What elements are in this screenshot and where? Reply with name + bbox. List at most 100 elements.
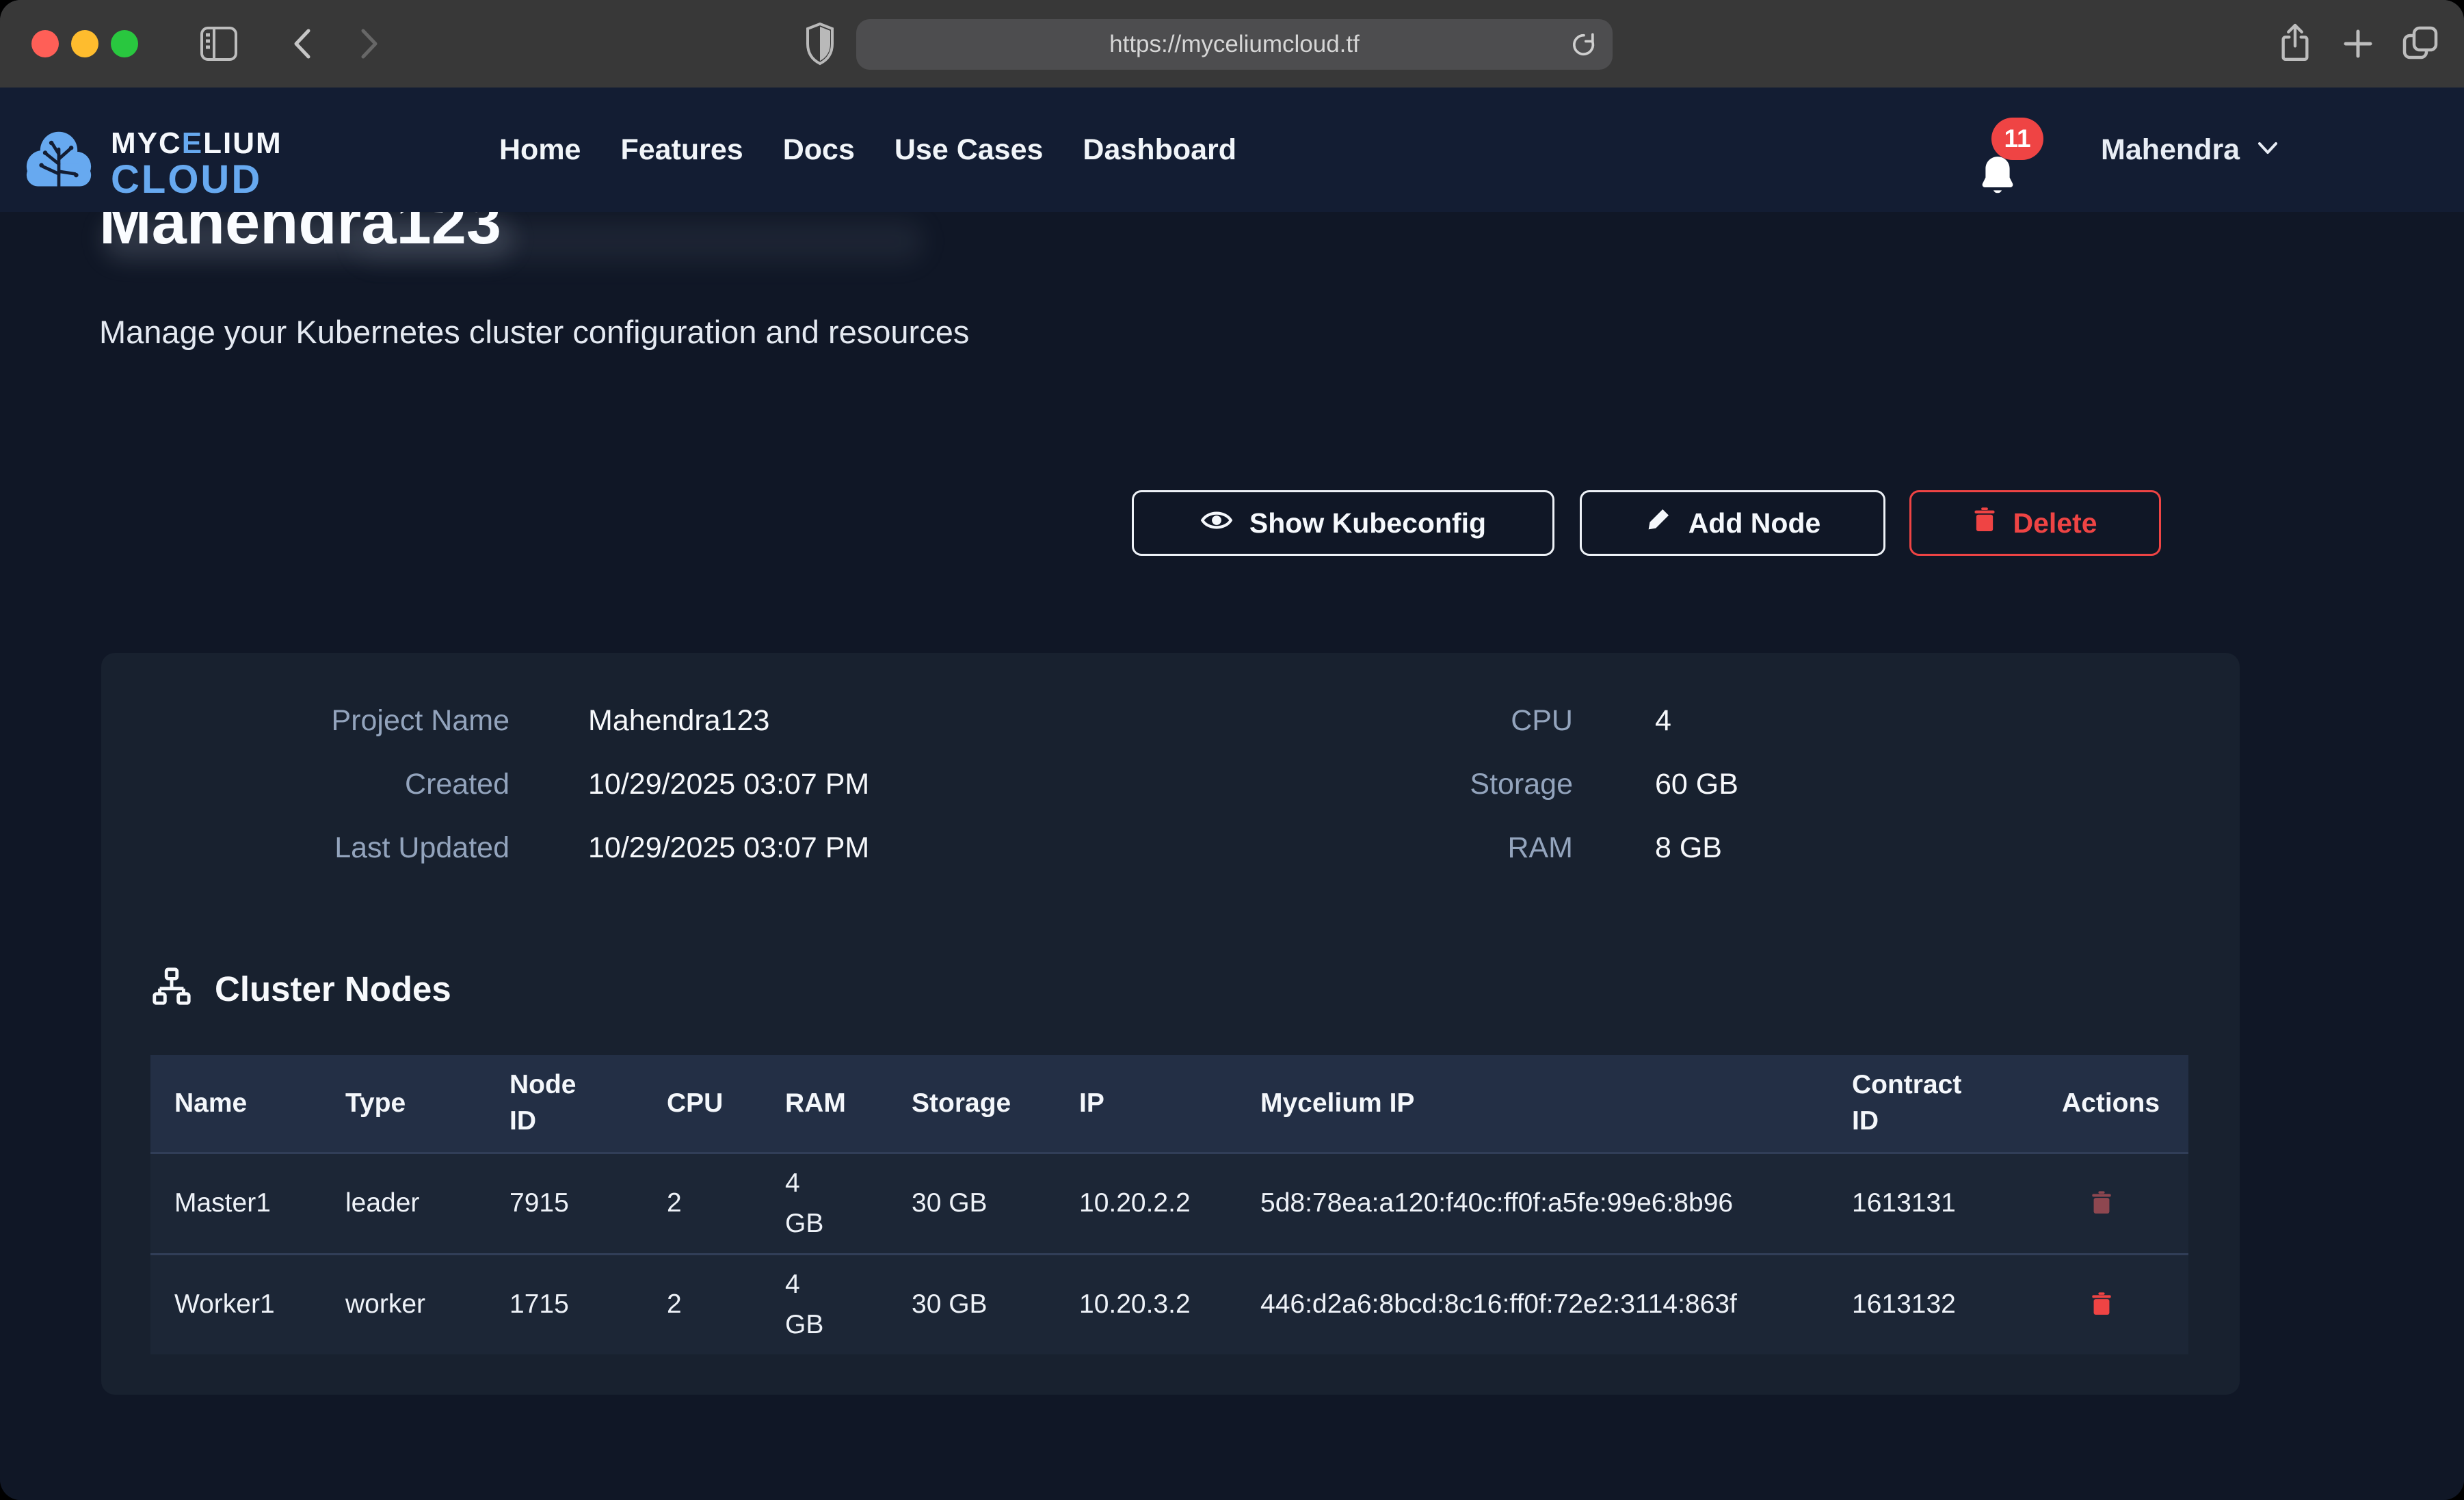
node-row-worker1: Worker1worker171524 GB30 GB10.20.3.2446:… <box>150 1253 2188 1354</box>
cell-actions <box>2038 1255 2188 1354</box>
column-header-name: Name <box>150 1055 321 1152</box>
node-row-master1: Master1leader791524 GB30 GB10.20.2.25d8:… <box>150 1152 2188 1253</box>
cloud-tree-logo-icon <box>19 129 98 200</box>
notifications[interactable]: 11 <box>1970 88 2052 212</box>
cell-name: Master1 <box>150 1154 321 1253</box>
nav-link-features[interactable]: Features <box>620 133 743 167</box>
close-button[interactable] <box>31 30 59 57</box>
cell-type: worker <box>321 1255 486 1354</box>
info-label-created: Created <box>132 768 509 801</box>
page-subtitle: Manage your Kubernetes cluster configura… <box>99 313 969 351</box>
column-header-ip: IP <box>1055 1055 1236 1152</box>
cell-cpu: 2 <box>643 1154 761 1253</box>
add-node-button[interactable]: Add Node <box>1580 490 1885 556</box>
web-page: Mahendra123 Manage your Kubernetes clust… <box>0 88 2464 1500</box>
table-header-row: NameTypeNode IDCPURAMStorageIPMycelium I… <box>150 1055 2188 1152</box>
cluster-info-left: Project Name Mahendra123 Created 10/29/2025… <box>132 704 869 865</box>
info-row: Project Name Mahendra123 <box>132 704 869 738</box>
delete-label: Delete <box>2013 507 2097 539</box>
cell-node-id: 7915 <box>486 1154 643 1253</box>
logo-wordmark: MYCELIUM CLOUD <box>111 129 282 200</box>
cell-ram: 4 GB <box>761 1154 888 1253</box>
info-label-cpu: CPU <box>1127 704 1573 738</box>
column-header-type: Type <box>321 1055 486 1152</box>
zoom-button[interactable] <box>111 30 138 57</box>
cluster-nodes-table: NameTypeNode IDCPURAMStorageIPMycelium I… <box>150 1055 2188 1354</box>
reload-icon[interactable] <box>1569 29 1599 63</box>
column-header-mycelium-ip: Mycelium IP <box>1236 1055 1828 1152</box>
share-icon[interactable] <box>2277 22 2313 64</box>
notification-badge: 11 <box>1991 118 2043 160</box>
info-value: 4 <box>1655 704 1671 738</box>
info-value: 10/29/2025 03:07 PM <box>588 831 869 865</box>
url-text: https://myceliumcloud.tf <box>1109 31 1360 58</box>
cell-contract-id: 1613131 <box>1828 1154 2038 1253</box>
info-label-last-updated: Last Updated <box>132 831 509 865</box>
column-header-contract-id: Contract ID <box>1828 1055 2038 1152</box>
column-header-node-id: Node ID <box>486 1055 643 1152</box>
cluster-actions: Show Kubeconfig Add Node <box>0 490 2464 556</box>
forward-button-icon[interactable] <box>357 27 382 60</box>
tab-overview-icon[interactable] <box>2400 23 2440 63</box>
cell-node-id: 1715 <box>486 1255 643 1354</box>
cell-type: leader <box>321 1154 486 1253</box>
column-header-actions: Actions <box>2038 1055 2188 1152</box>
nav-links: Home Features Docs Use Cases Dashboard <box>499 88 1236 212</box>
new-tab-icon[interactable] <box>2342 27 2374 60</box>
browser-chrome: https://myceliumcloud.tf <box>0 0 2464 88</box>
page-content: Mahendra123 Manage your Kubernetes clust… <box>0 88 2464 1500</box>
traffic-lights <box>31 30 138 57</box>
info-value: 10/29/2025 03:07 PM <box>588 768 869 801</box>
info-value: 8 GB <box>1655 831 1722 865</box>
info-row: RAM 8 GB <box>1127 831 1738 865</box>
info-label-storage: Storage <box>1127 768 1573 801</box>
info-label-ram: RAM <box>1127 831 1573 865</box>
column-header-storage: Storage <box>888 1055 1055 1152</box>
mycelium-cloud-logo[interactable]: MYCELIUM CLOUD <box>19 129 282 200</box>
cell-ip: 10.20.3.2 <box>1055 1255 1236 1354</box>
add-node-label: Add Node <box>1688 507 1821 539</box>
delete-cluster-button[interactable]: Delete <box>1909 490 2161 556</box>
pencil-icon <box>1645 506 1672 540</box>
column-header-cpu: CPU <box>643 1055 761 1152</box>
nav-link-dashboard[interactable]: Dashboard <box>1083 133 1236 167</box>
cluster-nodes-heading: Cluster Nodes <box>150 966 451 1012</box>
privacy-shield-icon[interactable] <box>804 22 836 66</box>
trash-icon <box>1973 506 1996 540</box>
user-name: Mahendra <box>2101 133 2240 167</box>
cell-cpu: 2 <box>643 1255 761 1354</box>
cluster-details-panel: Project Name Mahendra123 Created 10/29/2025… <box>101 653 2240 1395</box>
network-nodes-icon <box>150 966 193 1012</box>
delete-node-button[interactable] <box>2091 1190 2112 1218</box>
minimize-button[interactable] <box>71 30 98 57</box>
info-row: Created 10/29/2025 03:07 PM <box>132 768 869 801</box>
back-button-icon[interactable] <box>290 27 315 60</box>
eye-icon <box>1200 507 1233 539</box>
show-kubeconfig-button[interactable]: Show Kubeconfig <box>1132 490 1554 556</box>
column-header-ram: RAM <box>761 1055 888 1152</box>
cell-ip: 10.20.2.2 <box>1055 1154 1236 1253</box>
chevron-down-icon <box>2256 140 2279 160</box>
sidebar-toggle-icon[interactable] <box>200 26 238 62</box>
user-menu[interactable]: Mahendra <box>2101 88 2279 212</box>
info-value: Mahendra123 <box>588 704 769 738</box>
info-row: CPU 4 <box>1127 704 1738 738</box>
nav-link-use-cases[interactable]: Use Cases <box>895 133 1044 167</box>
nav-link-docs[interactable]: Docs <box>783 133 855 167</box>
info-row: Storage60 GB <box>1127 768 1738 801</box>
cell-ram: 4 GB <box>761 1255 888 1354</box>
cell-contract-id: 1613132 <box>1828 1255 2038 1354</box>
cell-storage: 30 GB <box>888 1255 1055 1354</box>
delete-node-button[interactable] <box>2091 1291 2112 1319</box>
address-bar[interactable]: https://myceliumcloud.tf <box>856 19 1613 70</box>
nav-link-home[interactable]: Home <box>499 133 581 167</box>
info-row: Last Updated 10/29/2025 03:07 PM <box>132 831 869 865</box>
cluster-nodes-title: Cluster Nodes <box>215 969 451 1009</box>
cell-mycelium-ip: 5d8:78ea:a120:f40c:ff0f:a5fe:99e6:8b96 <box>1236 1154 1828 1253</box>
cell-name: Worker1 <box>150 1255 321 1354</box>
browser-window: https://myceliumcloud.tf <box>0 0 2464 1500</box>
info-label-project-name: Project Name <box>132 704 509 738</box>
cell-actions <box>2038 1154 2188 1253</box>
show-kubeconfig-label: Show Kubeconfig <box>1249 507 1486 539</box>
site-navbar: MYCELIUM CLOUD Home Features Docs Use Cases… <box>0 88 2464 212</box>
